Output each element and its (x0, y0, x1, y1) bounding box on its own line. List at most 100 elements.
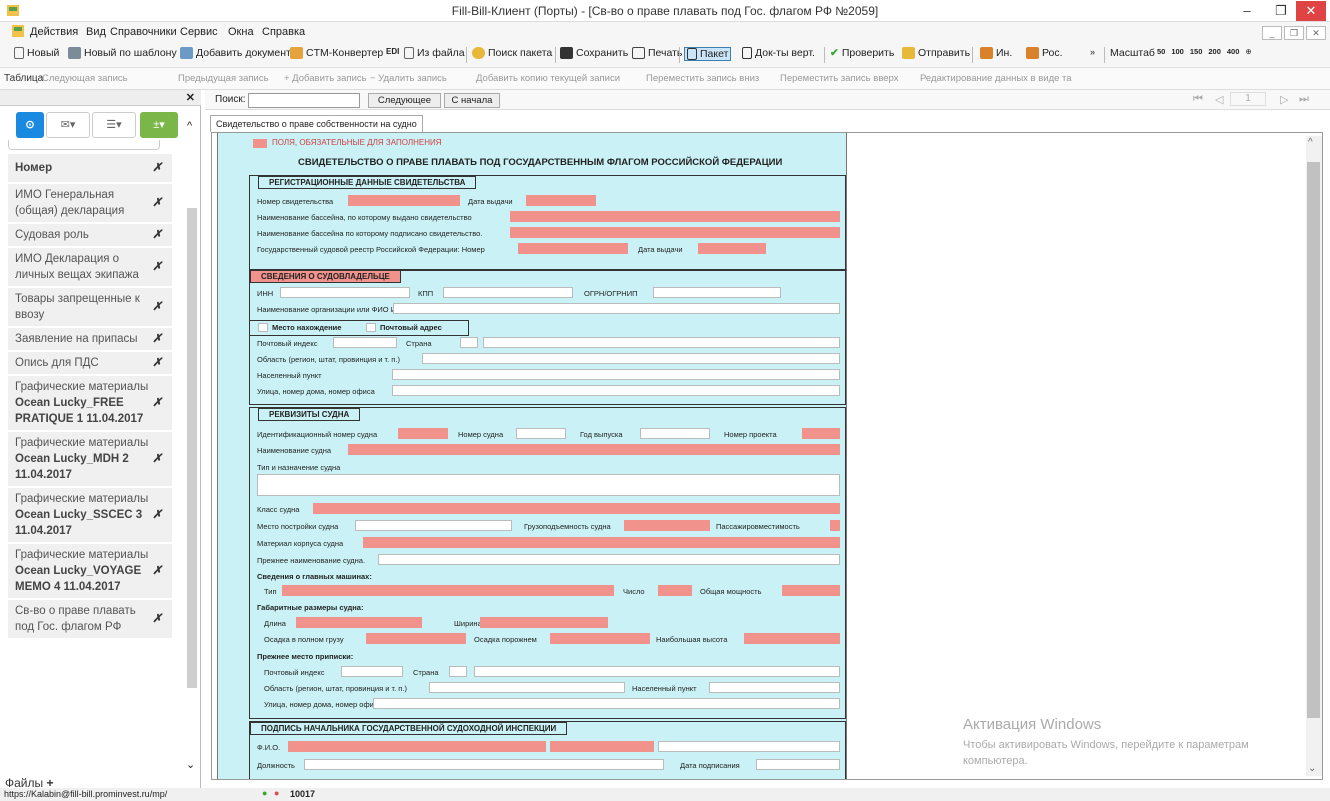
menu-references[interactable]: Справочники (110, 26, 177, 38)
prev-country-code-field[interactable] (449, 666, 467, 677)
menu-windows[interactable]: Окна (228, 26, 254, 38)
remove-icon[interactable]: ✗ (152, 451, 162, 467)
region-field[interactable] (422, 353, 840, 364)
kpp-field[interactable] (443, 287, 573, 298)
project-field[interactable] (802, 428, 840, 439)
ship-name-field[interactable] (348, 444, 840, 455)
remove-icon[interactable]: ✗ (152, 331, 162, 347)
scroll-up-icon[interactable]: ^ (187, 120, 192, 132)
prev-name-field[interactable] (378, 554, 840, 565)
scale-400[interactable]: 400 (1227, 47, 1240, 56)
list-item[interactable]: Судовая роль ✗ (8, 224, 172, 248)
mdi-minimize-button[interactable]: _ (1262, 26, 1282, 40)
list-item[interactable]: Товары запрещенные к ввозу ✗ (8, 288, 172, 328)
fit-icon[interactable]: ⊕ (1245, 47, 1251, 56)
street-field[interactable] (392, 385, 840, 396)
new-template-button[interactable]: Новый по шаблону (68, 47, 177, 59)
country-code-field[interactable] (460, 337, 478, 348)
next-record-button[interactable]: Следующая запись (42, 73, 128, 84)
save-button[interactable]: Сохранить (560, 47, 628, 59)
document-scroll-thumb[interactable] (1307, 162, 1320, 718)
inn-field[interactable] (280, 287, 410, 298)
fio-field[interactable] (288, 741, 546, 752)
menu-service[interactable]: Сервис (180, 26, 218, 38)
next-page-icon[interactable]: ▷ (1280, 93, 1288, 106)
cert-number-field[interactable] (348, 195, 460, 206)
remove-icon[interactable]: ✗ (152, 355, 162, 371)
list-item[interactable]: Опись для ПДС ✗ (8, 352, 172, 376)
scale-100[interactable]: 100 (1171, 47, 1184, 56)
in-button[interactable]: Ин. (980, 47, 1012, 59)
remove-icon[interactable]: ✗ (152, 259, 162, 275)
remove-icon[interactable]: ✗ (152, 299, 162, 315)
list-item[interactable]: Св-во о праве плавать под Гос. флагом РФ… (8, 600, 172, 640)
tab-certificate[interactable]: Свидетельство о праве собственности на с… (210, 115, 423, 132)
send-button[interactable]: Отправить (902, 47, 970, 59)
engine-count-field[interactable] (658, 585, 692, 596)
menu-help[interactable]: Справка (262, 26, 305, 38)
list-item[interactable]: Заявление на припасы ✗ (8, 328, 172, 352)
mdi-close-button[interactable]: ✕ (1306, 26, 1326, 40)
from-file-button[interactable]: Из файла (404, 47, 465, 59)
add-record-button[interactable]: + Добавить запись (284, 73, 367, 84)
ctm-converter-button[interactable]: CTM-Конвертер (290, 47, 383, 59)
close-button[interactable]: ✕ (1296, 1, 1326, 21)
max-height-field[interactable] (744, 633, 840, 644)
next-match-button[interactable]: Следующее (368, 93, 441, 108)
location-checkbox[interactable] (258, 323, 268, 332)
docs-vertical-button[interactable]: Док-ты верт. (742, 47, 815, 59)
registry-date-field[interactable] (698, 243, 766, 254)
basin-issued-field[interactable] (510, 211, 840, 222)
scale-50[interactable]: 50 (1157, 47, 1165, 56)
packet-button[interactable]: Пакет (684, 47, 732, 61)
engine-power-field[interactable] (782, 585, 840, 596)
list-item[interactable]: Графические материалы Ocean Lucky_SSCEC … (8, 488, 172, 544)
doc-scroll-up-icon[interactable]: ^ (1308, 137, 1313, 148)
remove-icon[interactable]: ✗ (152, 563, 162, 579)
prev-country-field[interactable] (474, 666, 840, 677)
sidebar-scrollbar[interactable] (186, 202, 198, 774)
ros-button[interactable]: Рос. (1026, 47, 1063, 59)
menu-actions[interactable]: Действия (30, 26, 78, 38)
app-menu-icon[interactable] (12, 25, 24, 37)
list-dropdown-button[interactable]: ☰▾ (92, 112, 136, 138)
hull-field[interactable] (363, 537, 840, 548)
engine-type-field[interactable] (282, 585, 614, 596)
search-input[interactable] (248, 93, 360, 108)
prev-street-field[interactable] (373, 698, 840, 709)
edi-icon[interactable]: EDI (386, 47, 399, 56)
remove-icon[interactable]: ✗ (152, 195, 162, 211)
prev-region-field[interactable] (429, 682, 625, 693)
width-field[interactable] (480, 617, 608, 628)
fio-extra-field[interactable] (550, 741, 654, 752)
last-page-icon[interactable]: ⏭ (1299, 93, 1309, 106)
menu-view[interactable]: Вид (86, 26, 106, 38)
prev-record-button[interactable]: Предыдущая запись (178, 73, 269, 84)
page-number[interactable]: 1 (1230, 92, 1266, 106)
imo-field[interactable] (398, 428, 448, 439)
scale-200[interactable]: 200 (1208, 47, 1221, 56)
draft-empty-field[interactable] (550, 633, 650, 644)
remove-icon[interactable]: ✗ (152, 160, 162, 176)
first-page-icon[interactable]: ⏮ (1193, 93, 1203, 106)
from-start-button[interactable]: С начала (444, 93, 500, 108)
edit-as-table-button[interactable]: Редактирование данных в виде та (920, 73, 1072, 84)
scroll-down-icon[interactable]: ⌄ (186, 758, 195, 771)
move-down-button[interactable]: Переместить запись вниз (646, 73, 759, 84)
sign-date-field[interactable] (756, 759, 840, 770)
prev-city-field[interactable] (709, 682, 840, 693)
ogrn-field[interactable] (653, 287, 781, 298)
remove-icon[interactable]: ✗ (152, 507, 162, 523)
issue-date-field[interactable] (526, 195, 596, 206)
print-button[interactable]: Печать (632, 47, 682, 59)
registry-number-field[interactable] (518, 243, 628, 254)
new-button[interactable]: Новый (14, 47, 59, 59)
mdi-restore-button[interactable]: ❐ (1284, 26, 1304, 40)
build-place-field[interactable] (355, 520, 512, 531)
list-item[interactable]: ИМО Генеральная (общая) декларация ✗ (8, 184, 172, 224)
minimize-button[interactable]: – (1230, 0, 1264, 22)
add-document-button[interactable]: Добавить документ (180, 47, 291, 59)
length-field[interactable] (296, 617, 422, 628)
delete-record-button[interactable]: − Удалить запись (370, 73, 447, 84)
ship-number-field[interactable] (516, 428, 566, 439)
